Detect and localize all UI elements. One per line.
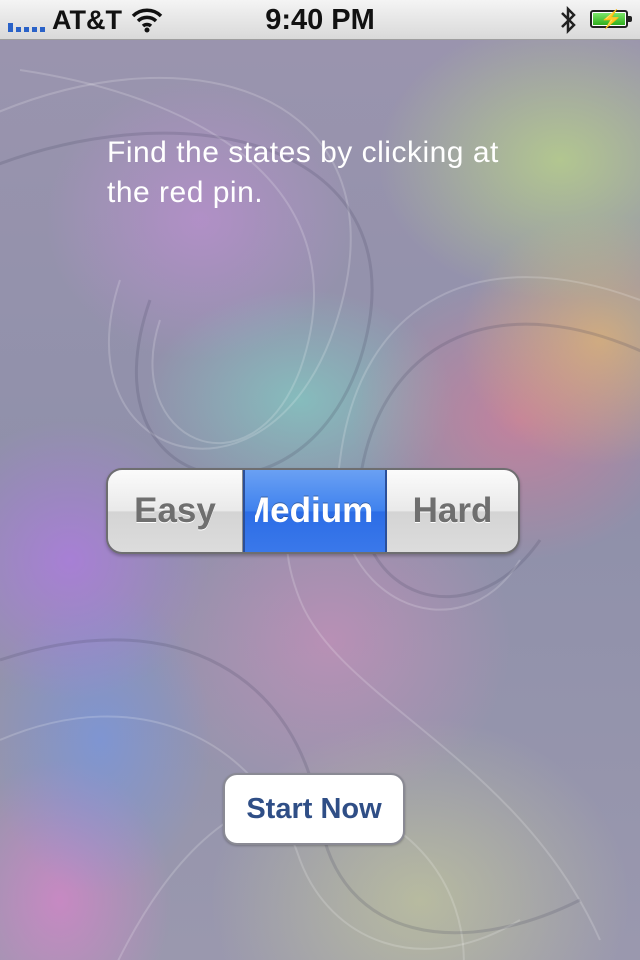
difficulty-medium-label: Medium	[255, 491, 374, 530]
clock: 9:40 PM	[265, 4, 375, 36]
status-bar: AT&T 9:40 PM ⚡	[0, 0, 640, 40]
battery-charging-icon: ⚡	[590, 9, 632, 29]
difficulty-hard-segment[interactable]: Hard	[387, 470, 518, 552]
bluetooth-icon	[558, 4, 578, 41]
difficulty-medium-segment[interactable]: Medium	[243, 470, 387, 552]
difficulty-segmented-control[interactable]: Easy Medium Hard	[106, 468, 520, 554]
instructions-text: Find the states by clicking at the red p…	[107, 136, 499, 209]
start-now-button[interactable]: Start Now	[223, 773, 405, 845]
difficulty-easy-segment[interactable]: Easy	[108, 470, 243, 552]
